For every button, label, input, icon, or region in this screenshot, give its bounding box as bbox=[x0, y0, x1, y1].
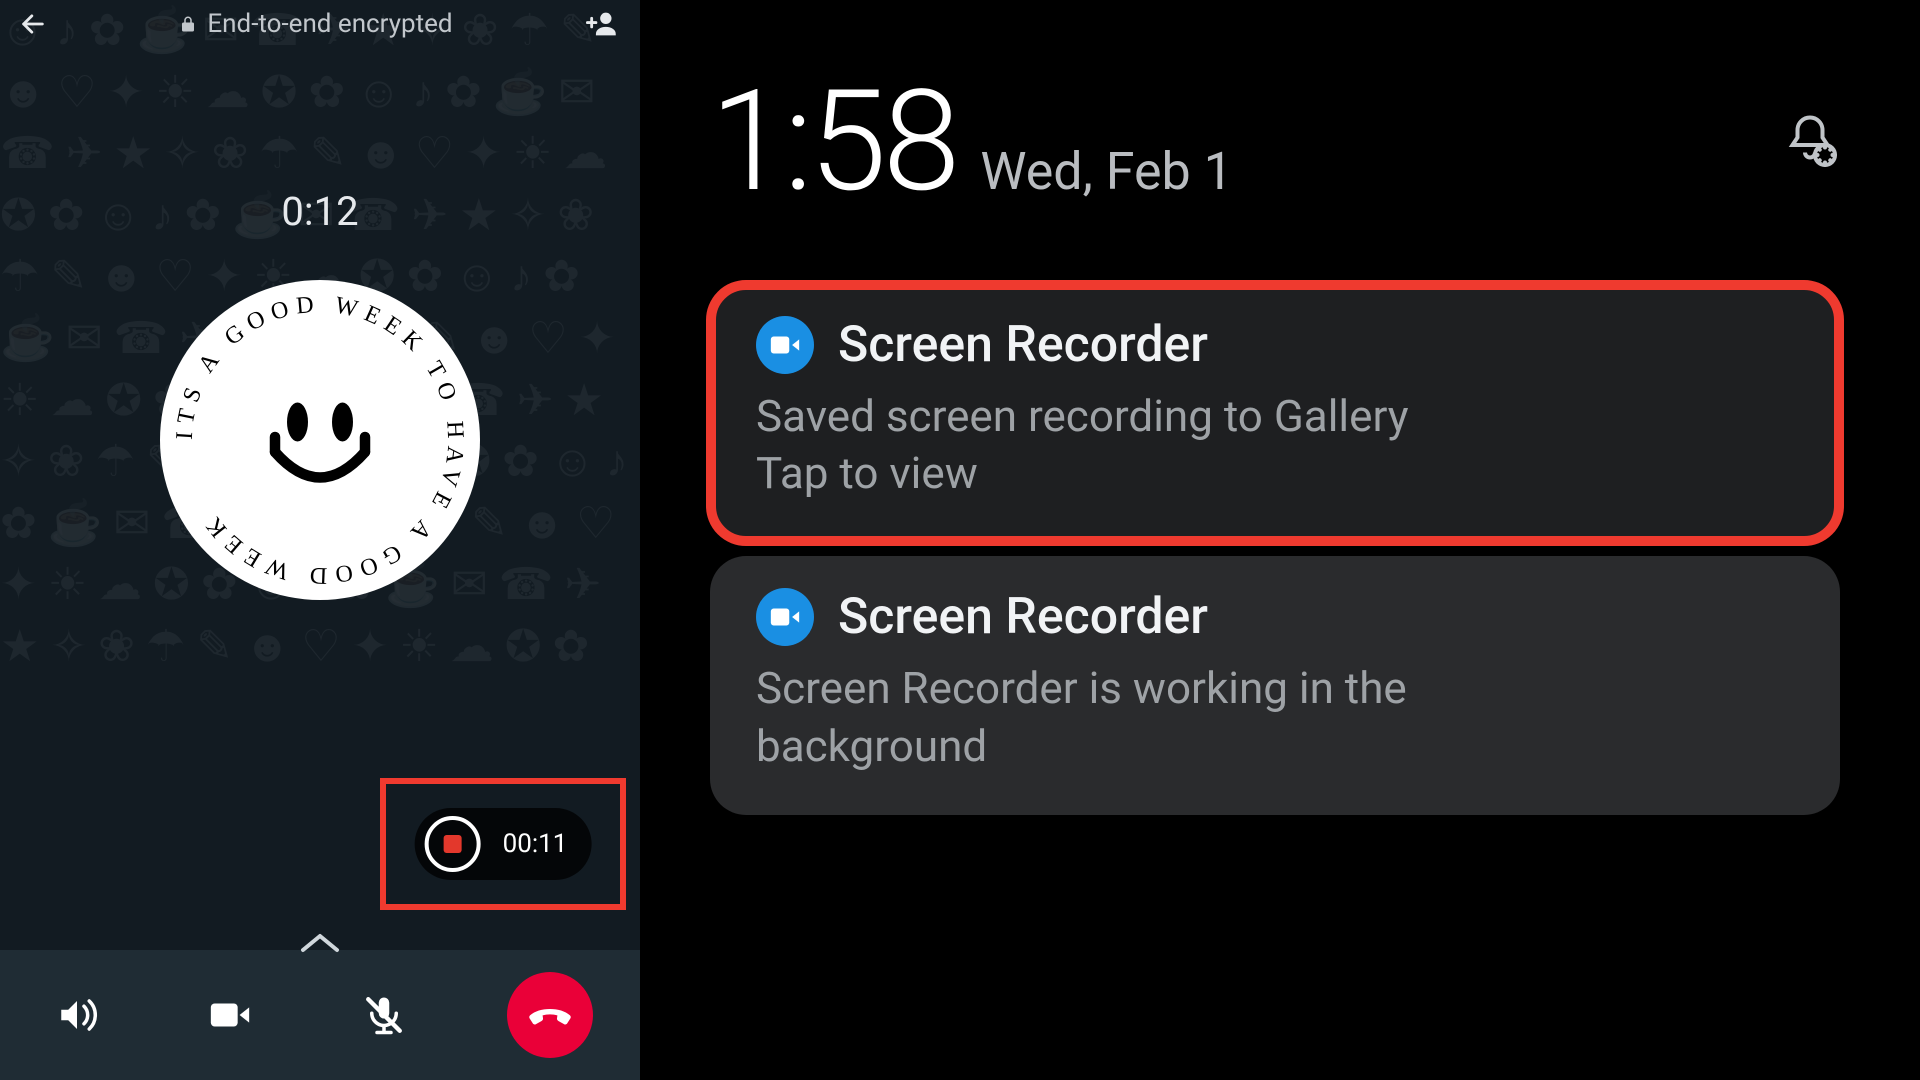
notification-shade: 1:58 Wed, Feb 1 Screen Recorder Saved sc… bbox=[640, 0, 1920, 1080]
notification-settings-button[interactable] bbox=[1780, 110, 1840, 174]
notification-body: Screen Recorder is working in the backgr… bbox=[756, 660, 1794, 774]
notification-title: Screen Recorder bbox=[838, 316, 1208, 374]
notification-body-line: Screen Recorder is working in the bbox=[756, 660, 1794, 717]
video-icon bbox=[768, 328, 802, 362]
notification-body-line: background bbox=[756, 718, 1794, 775]
phone-hangup-icon bbox=[526, 991, 574, 1039]
notification-card[interactable]: Screen Recorder Screen Recorder is worki… bbox=[710, 556, 1840, 814]
status-bar: 1:58 Wed, Feb 1 bbox=[710, 60, 1840, 224]
encryption-label: End-to-end encrypted bbox=[207, 9, 452, 39]
notification-body-line: Tap to view bbox=[756, 445, 1794, 502]
contact-avatar: ITS A GOOD WEEK TO HAVE A GOOD WEEK bbox=[160, 280, 480, 600]
end-call-button[interactable] bbox=[507, 972, 593, 1058]
expand-handle[interactable] bbox=[297, 930, 343, 960]
clock: 1:58 bbox=[710, 60, 956, 224]
recording-timer: 00:11 bbox=[503, 829, 568, 859]
mute-button[interactable] bbox=[354, 985, 414, 1045]
avatar-ring-text: ITS A GOOD WEEK TO HAVE A GOOD WEEK bbox=[160, 280, 480, 600]
speaker-button[interactable] bbox=[47, 985, 107, 1045]
mic-off-icon bbox=[363, 994, 405, 1036]
speaker-icon bbox=[56, 994, 98, 1036]
notification-list: Screen Recorder Saved screen recording t… bbox=[710, 284, 1840, 815]
call-controls-bar bbox=[0, 950, 640, 1080]
notification-body: Saved screen recording to Gallery Tap to… bbox=[756, 388, 1794, 502]
encryption-indicator: End-to-end encrypted bbox=[68, 9, 564, 39]
arrow-left-icon bbox=[19, 10, 47, 38]
call-topbar: End-to-end encrypted bbox=[0, 0, 640, 48]
recording-pill[interactable]: 00:11 bbox=[415, 808, 592, 880]
call-duration: 0:12 bbox=[0, 188, 640, 235]
svg-text:ITS A GOOD WEEK TO HAVE A GOOD: ITS A GOOD WEEK TO HAVE A GOOD WEEK bbox=[172, 292, 469, 589]
video-button[interactable] bbox=[200, 985, 260, 1045]
chevron-up-icon bbox=[297, 930, 343, 956]
add-participant-button[interactable] bbox=[584, 5, 622, 43]
bell-gear-icon bbox=[1780, 110, 1840, 170]
notification-body-line: Saved screen recording to Gallery bbox=[756, 388, 1794, 445]
lock-icon bbox=[179, 13, 197, 35]
screen-recorder-app-icon bbox=[756, 588, 814, 646]
recording-highlight-box: 00:11 bbox=[380, 778, 626, 910]
video-icon bbox=[207, 992, 253, 1038]
stop-recording-button[interactable] bbox=[425, 816, 481, 872]
person-add-icon bbox=[586, 7, 620, 41]
notification-title: Screen Recorder bbox=[838, 588, 1208, 646]
notification-card[interactable]: Screen Recorder Saved screen recording t… bbox=[710, 284, 1840, 542]
screen-recorder-app-icon bbox=[756, 316, 814, 374]
call-screen: ☺ ♪ ✿ ☕ ✉ ☎ ✈ ★ ✧ ❀ ☂ ✎ ☻ ♡ ✦ ☀ ☁ ✪ ✿ ☺ … bbox=[0, 0, 640, 1080]
stop-icon bbox=[444, 835, 462, 853]
video-icon bbox=[768, 600, 802, 634]
date: Wed, Feb 1 bbox=[980, 141, 1232, 202]
back-button[interactable] bbox=[18, 9, 48, 39]
